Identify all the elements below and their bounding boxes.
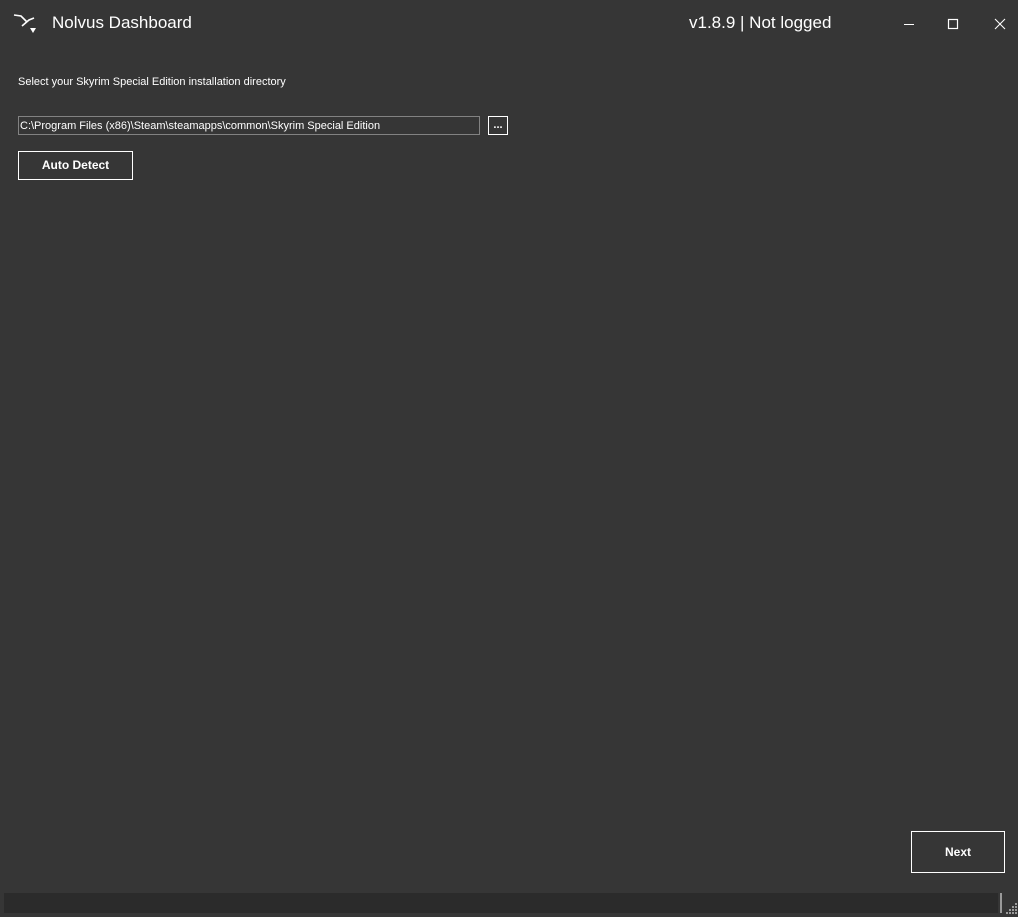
close-button[interactable] [984,8,1016,40]
directory-instruction-label: Select your Skyrim Special Edition insta… [18,76,286,88]
nolvus-dashboard-window: Nolvus Dashboard v1.8.9 | Not logged Sel… [0,0,1018,917]
app-title: Nolvus Dashboard [52,13,192,32]
resize-grip-icon[interactable] [1006,901,1018,914]
install-directory-input[interactable] [18,116,480,135]
status-strip [4,893,998,913]
version-login-status: v1.8.9 | Not logged [689,13,832,32]
close-icon [994,18,1006,30]
nolvus-logo-icon [13,12,39,36]
next-button[interactable]: Next [911,831,1005,873]
minimize-button[interactable] [893,8,925,40]
status-divider [1000,893,1002,913]
auto-detect-button[interactable]: Auto Detect [18,151,133,180]
browse-directory-button[interactable]: ... [488,116,508,135]
maximize-button[interactable] [937,8,969,40]
maximize-icon [947,18,959,30]
title-bar[interactable]: Nolvus Dashboard v1.8.9 | Not logged [0,0,1018,48]
minimize-icon [903,18,915,30]
